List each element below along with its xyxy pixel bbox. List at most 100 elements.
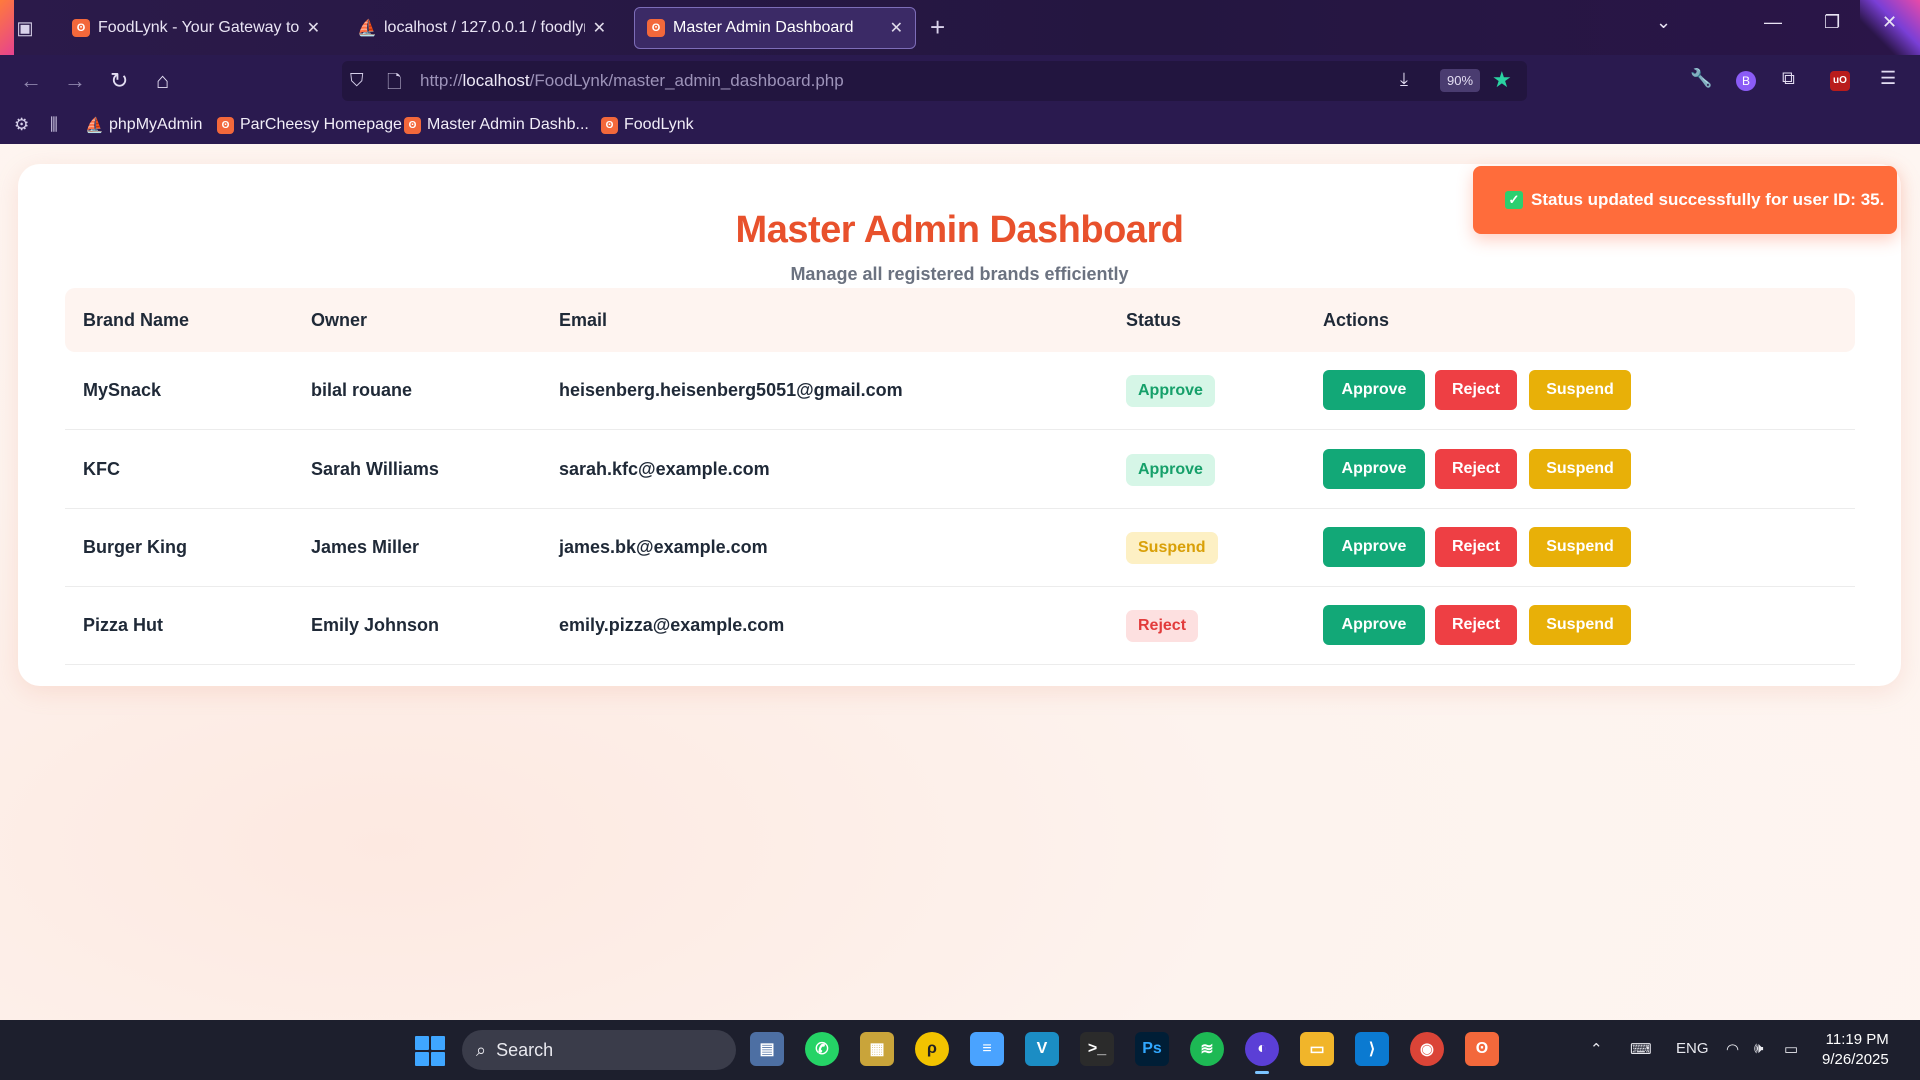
page-content: Master Admin Dashboard Manage all regist… [0,144,1920,1020]
photoshop-icon[interactable]: Ps [1135,1032,1169,1066]
phpmyadmin-icon: ⛵ [85,117,104,134]
reject-button[interactable]: Reject [1435,370,1517,410]
status-badge: Approve [1126,375,1215,407]
tab-title: Master Admin Dashboard [673,19,854,36]
email: james.bk@example.com [559,537,768,557]
language-indicator[interactable]: ENG [1676,1040,1709,1057]
search-label: Search [496,1039,554,1060]
bookmark-phpmyadmin[interactable]: ⛵ phpMyAdmin [85,116,202,134]
profile-avatar[interactable]: B [1736,71,1756,91]
bookmarks-bar: ⚙ ⫼ ⛵ phpMyAdmin ʘ ParCheesy Homepage ʘ … [0,107,1920,144]
settings-icon[interactable]: ⚙ [14,115,29,135]
search-icon: ⌕ [476,1039,487,1060]
terminal-icon[interactable]: >_ [1080,1032,1114,1066]
checkmark-icon: ✓ [1505,191,1523,209]
dashboard-card: Master Admin Dashboard Manage all regist… [18,164,1901,686]
shield-icon[interactable]: ⛉ [350,70,364,91]
chevron-up-icon[interactable]: ⌃ [1590,1040,1603,1058]
xampp-icon: ʘ [647,19,665,37]
xampp-icon: ʘ [217,116,234,134]
status-badge: Reject [1126,610,1199,642]
wifi-icon[interactable]: ◠ [1726,1040,1739,1058]
tab-master-admin[interactable]: ʘ Master Admin Dashboard ✕ [634,7,916,49]
battery-icon[interactable]: ▭ [1784,1040,1798,1058]
notepad-icon[interactable]: ≡ [970,1032,1004,1066]
plex-app-icon[interactable]: ρ [915,1032,949,1066]
restore-icon[interactable]: ❐ [1824,12,1840,33]
approve-button[interactable]: Approve [1323,370,1425,410]
vscode-icon[interactable]: ⟩ [1355,1032,1389,1066]
extensions-icon[interactable]: ⧉ [1782,68,1795,89]
windows-start-icon[interactable] [415,1036,445,1066]
approve-button[interactable]: Approve [1323,527,1425,567]
bookmark-parcheesy[interactable]: ʘ ParCheesy Homepage [217,116,402,134]
tab-phpmyadmin[interactable]: ⛵ localhost / 127.0.0.1 / foodlynk / ✕ [346,7,618,49]
minimize-icon[interactable]: — [1764,12,1782,33]
suspend-button[interactable]: Suspend [1529,449,1631,489]
home-icon[interactable]: ⌂ [156,69,169,93]
owner-name: James Miller [311,537,420,557]
bookmark-star-icon[interactable]: ★ [1492,67,1512,93]
reject-button[interactable]: Reject [1435,449,1517,489]
whatsapp-icon[interactable]: ✆ [805,1032,839,1066]
approve-button[interactable]: Approve [1323,605,1425,645]
menu-icon[interactable]: ☰ [1880,68,1896,89]
back-icon[interactable]: ← [20,69,42,93]
address-bar[interactable]: ⛉ 🗋 http://localhost/FoodLynk/master_adm… [342,61,1527,101]
taskbar-search[interactable]: ⌕ Search [462,1030,736,1070]
keyboard-icon[interactable]: ⌨ [1630,1040,1652,1058]
time: 11:19 PM [1825,1031,1889,1048]
owner-name: Emily Johnson [311,615,440,635]
xampp-icon: ʘ [72,19,90,37]
owner-name: Sarah Williams [311,459,439,479]
column-header-actions: Actions [1323,310,1390,330]
close-icon[interactable]: ✕ [307,18,320,38]
suspend-button[interactable]: Suspend [1529,527,1631,567]
wrench-icon[interactable]: 🔧 [1690,68,1712,89]
firefox-icon[interactable]: ◐ [1245,1032,1279,1074]
xampp-icon[interactable]: ʘ [1465,1032,1499,1066]
reject-button[interactable]: Reject [1435,527,1517,567]
taskbar: ⌕ Search ▤ ✆ ▦ ρ ≡ V >_ Ps ≋ ◐ ▭ ⟩ ◉ ʘ ⌃… [0,1020,1920,1080]
ublock-icon[interactable]: uO [1830,71,1850,91]
close-window-icon[interactable]: ✕ [1882,12,1897,33]
volume-icon[interactable]: 🕪 [1754,1040,1763,1057]
bookmark-foodlynk[interactable]: ʘ FoodLynk [601,116,694,134]
email: heisenberg.heisenberg5051@gmail.com [559,380,903,400]
photos-app-icon[interactable]: ▤ [750,1032,784,1066]
new-tab-icon[interactable]: + [930,12,945,42]
reject-button[interactable]: Reject [1435,605,1517,645]
table-row: MySnack bilal rouane heisenberg.heisenbe… [65,352,1855,430]
phpmyadmin-icon: ⛵ [357,20,377,37]
reload-icon[interactable]: ↻ [110,69,128,93]
table-row: Burger King James Miller james.bk@exampl… [65,509,1855,587]
chevron-down-icon[interactable]: ⌄ [1656,12,1671,33]
close-icon[interactable]: ✕ [593,18,606,38]
toast-message: Status updated successfully for user ID:… [1531,190,1885,209]
success-toast: ✓ Status updated successfully for user I… [1473,166,1897,234]
paint-app-icon[interactable]: ▦ [860,1032,894,1066]
table-row: KFC Sarah Williams sarah.kfc@example.com… [65,431,1855,509]
forward-icon[interactable]: → [64,69,86,93]
column-header-brand: Brand Name [83,310,190,330]
close-icon[interactable]: ✕ [890,18,903,38]
brand-name: MySnack [83,380,162,400]
tab-title: FoodLynk - Your Gateway to Flavors [98,19,299,36]
suspend-button[interactable]: Suspend [1529,370,1631,410]
tab-list-icon[interactable]: ▣ [10,13,40,43]
chrome-icon[interactable]: ◉ [1410,1032,1444,1066]
download-icon[interactable]: ⤓ [1400,69,1408,90]
tab-foodlynk[interactable]: ʘ FoodLynk - Your Gateway to Flavors ✕ [60,7,332,49]
zoom-level[interactable]: 90% [1440,69,1481,92]
url-text[interactable]: http://localhost/FoodLynk/master_admin_d… [420,71,844,91]
spotify-icon[interactable]: ≋ [1190,1032,1224,1066]
clock[interactable]: 11:19 PM 9/26/2025 [1822,1030,1889,1070]
library-icon[interactable]: ⫼ [50,115,58,135]
page-icon[interactable]: 🗋 [387,70,401,100]
bookmark-master-admin[interactable]: ʘ Master Admin Dashb... [404,116,589,134]
approve-button[interactable]: Approve [1323,449,1425,489]
visual-studio-icon[interactable]: V [1025,1032,1059,1066]
brand-name: Burger King [83,537,188,557]
suspend-button[interactable]: Suspend [1529,605,1631,645]
file-explorer-icon[interactable]: ▭ [1300,1032,1334,1066]
